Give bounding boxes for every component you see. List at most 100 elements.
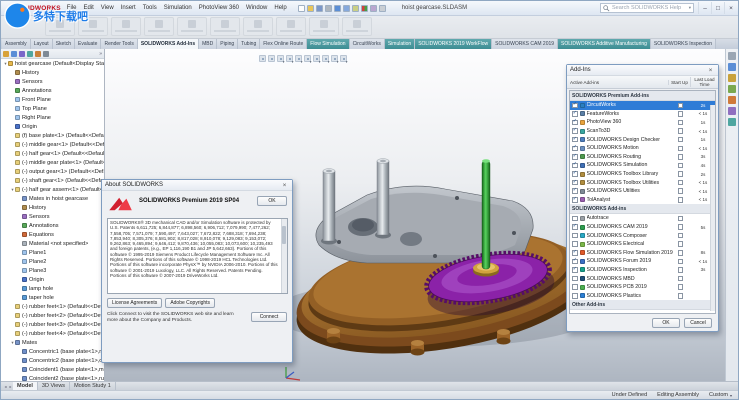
tree-item[interactable]: (-) rubber feet<2> (Default<<Default>_Di… <box>1 311 104 320</box>
startup-checkbox[interactable] <box>677 128 683 134</box>
file-properties-icon[interactable] <box>369 4 377 12</box>
cancel-button[interactable]: Cancel <box>684 318 712 328</box>
ribbon-addin-button[interactable] <box>309 17 339 36</box>
active-checkbox[interactable]: ✓ <box>572 145 578 152</box>
ribbon-tab-flex-online-route[interactable]: Flex Online Route <box>260 39 308 49</box>
active-checkbox[interactable]: ✓ <box>572 250 578 256</box>
rubber-foot-left[interactable] <box>326 328 341 344</box>
ribbon-tab-mbd[interactable]: MBD <box>199 39 218 49</box>
ribbon-tab-assembly[interactable]: Assembly <box>2 39 31 49</box>
dimxpertmanager-icon[interactable] <box>27 50 33 57</box>
active-checkbox[interactable]: ✓ <box>572 258 578 265</box>
addin-row-solidworks-cam-2019[interactable]: ✓ SOLIDWORKS CAM 2019 5s <box>570 223 715 232</box>
menu-view[interactable]: View <box>98 4 117 12</box>
startup-checkbox[interactable] <box>677 188 683 194</box>
tree-item[interactable]: (-) middle gear<1> (Default<<Default>_Di… <box>1 140 104 149</box>
addin-row-solidworks-composer[interactable]: SOLIDWORKS Composer <box>570 231 715 240</box>
connect-button[interactable]: Connect <box>251 312 287 322</box>
addin-row-solidworks-routing[interactable]: ✓ SOLIDWORKS Routing 3s <box>570 153 715 162</box>
tree-item[interactable]: ▾hoist gearcase (Default<Display State-1… <box>1 59 104 68</box>
menu-edit[interactable]: Edit <box>80 4 96 12</box>
active-checkbox[interactable] <box>572 241 578 247</box>
addin-row-solidworks-pcb-2019[interactable]: SOLIDWORKS PCB 2019 <box>570 283 715 292</box>
startup-checkbox[interactable] <box>677 119 683 126</box>
startup-checkbox[interactable] <box>677 258 683 265</box>
tree-item[interactable]: ▾(-) half gear assem<1> (Default<Display… <box>1 185 104 194</box>
doc-tab-3d-views[interactable]: 3D Views <box>38 382 71 390</box>
redo-icon[interactable] <box>342 4 350 12</box>
startup-checkbox[interactable] <box>677 241 683 247</box>
addin-row-solidworks-motion[interactable]: ✓ SOLIDWORKS Motion < 1s <box>570 144 715 153</box>
menu-window[interactable]: Window <box>243 4 270 12</box>
ribbon-tab-sketch[interactable]: Sketch <box>52 39 75 49</box>
addin-row-solidworks-plastics[interactable]: SOLIDWORKS Plastics <box>570 291 715 300</box>
tree-item[interactable]: Plane1 <box>1 248 104 257</box>
menu-file[interactable]: File <box>64 4 80 12</box>
active-checkbox[interactable]: ✓ <box>572 102 578 109</box>
ribbon-tab-circuitworks[interactable]: CircuitWorks <box>349 39 385 49</box>
addin-row-solidworks-utilities[interactable]: ✓ SOLIDWORKS Utilities < 1s <box>570 187 715 196</box>
active-checkbox[interactable]: ✓ <box>572 179 578 186</box>
startup-checkbox[interactable] <box>677 197 683 203</box>
ribbon-addin-button[interactable] <box>177 17 207 36</box>
tree-item[interactable]: Origin <box>1 275 104 284</box>
search-box[interactable]: Search SOLIDWORKS Help ▾ <box>600 3 694 13</box>
tree-item[interactable]: lamp hole <box>1 284 104 293</box>
tree-item[interactable]: Sensors <box>1 212 104 221</box>
addin-row-photoview-360[interactable]: ✓ PhotoView 360 1s <box>570 118 715 127</box>
tree-item[interactable]: (-) middle gear plate<1> (Default<<Defau… <box>1 158 104 167</box>
status-custom[interactable]: Custom ▾ <box>709 392 732 398</box>
rebuild-icon[interactable] <box>360 4 368 12</box>
tree-item[interactable]: Sensors <box>1 77 104 86</box>
startup-checkbox[interactable] <box>677 250 683 256</box>
file-explorer-icon[interactable] <box>728 85 736 93</box>
startup-checkbox[interactable] <box>677 293 683 299</box>
startup-checkbox[interactable] <box>677 171 683 177</box>
tree-item[interactable]: (-) rubber feet<4> (Default<<Default>_Di… <box>1 329 104 338</box>
tree-item[interactable]: Plane2 <box>1 257 104 266</box>
ribbon-addin-button[interactable] <box>144 17 174 36</box>
active-checkbox[interactable]: ✓ <box>572 128 578 134</box>
featuremanager-tree-icon[interactable] <box>3 50 9 57</box>
tree-item[interactable]: Right Plane <box>1 113 104 122</box>
doc-tab-motion-study-1[interactable]: Motion Study 1 <box>70 382 116 390</box>
active-checkbox[interactable]: ✓ <box>572 171 578 177</box>
tree-item[interactable]: (-) rubber feet<3> (Default<<Default>_Di… <box>1 320 104 329</box>
open-icon[interactable] <box>306 4 314 12</box>
addin-row-solidworks-simulation[interactable]: ✓ SOLIDWORKS Simulation 4s <box>570 161 715 170</box>
new-icon[interactable] <box>297 4 305 12</box>
options-icon[interactable] <box>378 4 386 12</box>
adobe-copyrights-button[interactable]: Adobe Copyrights <box>165 298 216 308</box>
menu-tools[interactable]: Tools <box>140 4 160 12</box>
tree-item[interactable]: Annotations <box>1 221 104 230</box>
tree-item[interactable]: Mates in hoist gearcase <box>1 194 104 203</box>
tree-item[interactable]: (-) rubber feet<1> (Default<<Default>_Di… <box>1 302 104 311</box>
tree-item[interactable]: taper hole <box>1 293 104 302</box>
active-checkbox[interactable] <box>572 232 578 239</box>
startup-checkbox[interactable] <box>677 215 683 222</box>
solidworks-resources-icon[interactable] <box>728 63 736 71</box>
appearances-scenes-icon[interactable] <box>728 107 736 115</box>
ribbon-addin-button[interactable] <box>45 17 75 36</box>
tree-item[interactable]: History <box>1 68 104 77</box>
startup-checkbox[interactable] <box>677 284 683 290</box>
tree-item[interactable]: Material <not specified> <box>1 239 104 248</box>
addins-dialog-titlebar[interactable]: Add-Ins × <box>567 65 718 76</box>
tree-item[interactable]: Concentric1 (base plate<1>,middle gear<1… <box>1 347 104 356</box>
tree-item[interactable]: ▾ Mates <box>1 338 104 347</box>
close-button[interactable]: × <box>724 2 737 14</box>
active-checkbox[interactable]: ✓ <box>572 111 578 117</box>
rubber-foot-center[interactable] <box>410 340 425 356</box>
active-checkbox[interactable]: ✓ <box>572 154 578 160</box>
active-checkbox[interactable]: ✓ <box>572 197 578 203</box>
scrollbar[interactable] <box>710 105 715 311</box>
search-icon[interactable] <box>603 4 610 12</box>
addin-row-solidworks-mbd[interactable]: SOLIDWORKS MBD <box>570 274 715 283</box>
ribbon-tab-piping[interactable]: Piping <box>217 39 239 49</box>
print-icon[interactable] <box>324 4 332 12</box>
ribbon-addin-button[interactable] <box>78 17 108 36</box>
doc-tab-model[interactable]: Model <box>13 382 38 390</box>
active-checkbox[interactable]: ✓ <box>572 136 578 143</box>
select-icon[interactable] <box>351 4 359 12</box>
cam-tree-icon[interactable] <box>43 50 49 57</box>
